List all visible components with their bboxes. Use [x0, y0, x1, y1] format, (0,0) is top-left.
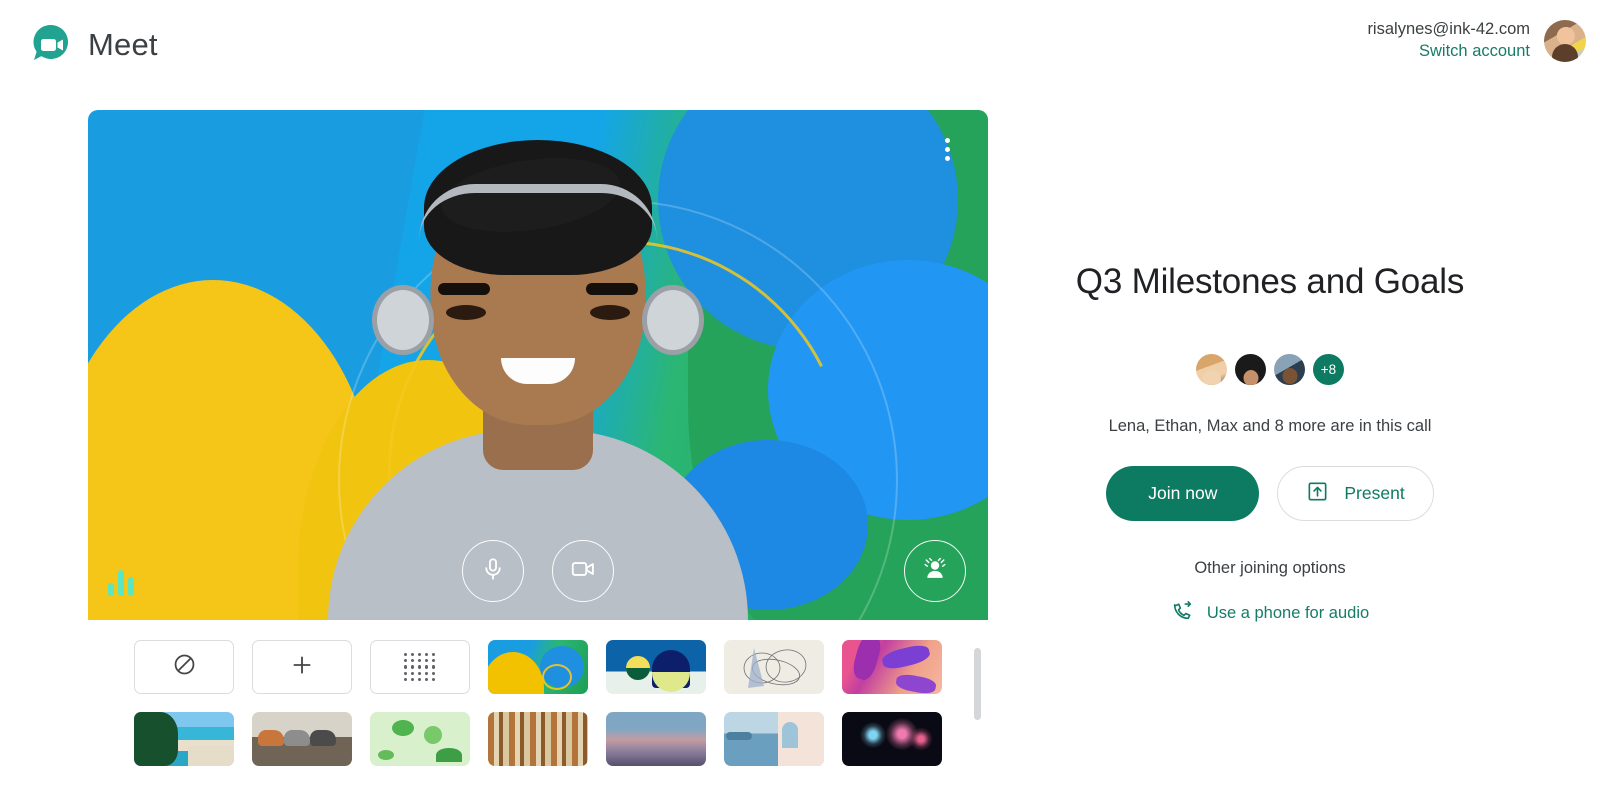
backgrounds-panel	[88, 620, 988, 800]
circle-slash-icon	[172, 652, 197, 682]
background-tile-blur[interactable]	[370, 640, 470, 694]
more-vertical-icon[interactable]	[932, 134, 962, 164]
backgrounds-scrollbar-thumb[interactable]	[974, 648, 981, 720]
account-block: risalynes@ink-42.com Switch account	[1367, 18, 1530, 63]
join-now-button[interactable]: Join now	[1106, 466, 1260, 521]
present-button-label: Present	[1344, 483, 1405, 503]
participant-avatars: +8	[1010, 354, 1530, 385]
background-tile-tropical-beach[interactable]	[134, 712, 234, 766]
participant-avatar[interactable]	[1196, 354, 1227, 385]
meet-video-bubble-icon	[28, 22, 74, 68]
video-preview	[88, 110, 988, 620]
use-phone-for-audio-label: Use a phone for audio	[1206, 604, 1370, 622]
audio-level-bars-icon	[108, 568, 134, 596]
use-phone-for-audio-link[interactable]: Use a phone for audio	[1010, 600, 1530, 627]
switch-account-link[interactable]: Switch account	[1367, 40, 1530, 62]
background-tile-no-effect[interactable]	[134, 640, 234, 694]
preview-controls	[462, 540, 614, 602]
background-tile-green-sea-life[interactable]	[370, 712, 470, 766]
background-tile-sunset-gradient[interactable]	[606, 712, 706, 766]
background-tile-add[interactable]	[252, 640, 352, 694]
microphone-icon	[480, 556, 506, 587]
app-header: Meet risalynes@ink-42.com Switch account	[0, 0, 1600, 96]
account-email: risalynes@ink-42.com	[1367, 20, 1530, 38]
background-tile-running-horses[interactable]	[252, 712, 352, 766]
present-button[interactable]: Present	[1277, 466, 1434, 521]
participant-avatar[interactable]	[1235, 354, 1266, 385]
participant-overflow-badge[interactable]: +8	[1313, 354, 1344, 385]
participants-summary: Lena, Ethan, Max and 8 more are in this …	[1108, 417, 1432, 435]
background-tile-wire-sketch-abstract[interactable]	[724, 640, 824, 694]
backgrounds-grid	[134, 640, 972, 766]
user-avatar[interactable]	[1544, 20, 1586, 62]
background-tile-fireworks[interactable]	[842, 712, 942, 766]
phone-forward-icon	[1171, 600, 1193, 627]
preview-column	[88, 110, 988, 800]
camera-toggle-button[interactable]	[552, 540, 614, 602]
background-tile-yellow-blue-green-abstract[interactable]	[488, 640, 588, 694]
meeting-title: Q3 Milestones and Goals	[1075, 262, 1465, 301]
background-tile-blue-sphere-abstract[interactable]	[606, 640, 706, 694]
blur-dots-icon	[404, 653, 436, 681]
join-actions: Join now Present	[1010, 466, 1530, 521]
brand: Meet	[28, 22, 158, 68]
microphone-toggle-button[interactable]	[462, 540, 524, 602]
background-tile-bookshelf[interactable]	[488, 712, 588, 766]
visual-effects-button[interactable]	[904, 540, 966, 602]
background-tile-pink-purple-leaves[interactable]	[842, 640, 942, 694]
other-joining-options-label: Other joining options	[1194, 559, 1346, 577]
present-to-screen-icon	[1306, 480, 1329, 508]
background-tile-coastal-village[interactable]	[724, 712, 824, 766]
brand-name: Meet	[88, 27, 158, 62]
meeting-info-panel: Q3 Milestones and Goals +8 Lena, Ethan, …	[1010, 262, 1530, 627]
participant-avatar[interactable]	[1274, 354, 1305, 385]
plus-icon	[289, 652, 315, 683]
visual-effects-person-icon	[921, 555, 949, 588]
video-camera-icon	[569, 555, 597, 588]
